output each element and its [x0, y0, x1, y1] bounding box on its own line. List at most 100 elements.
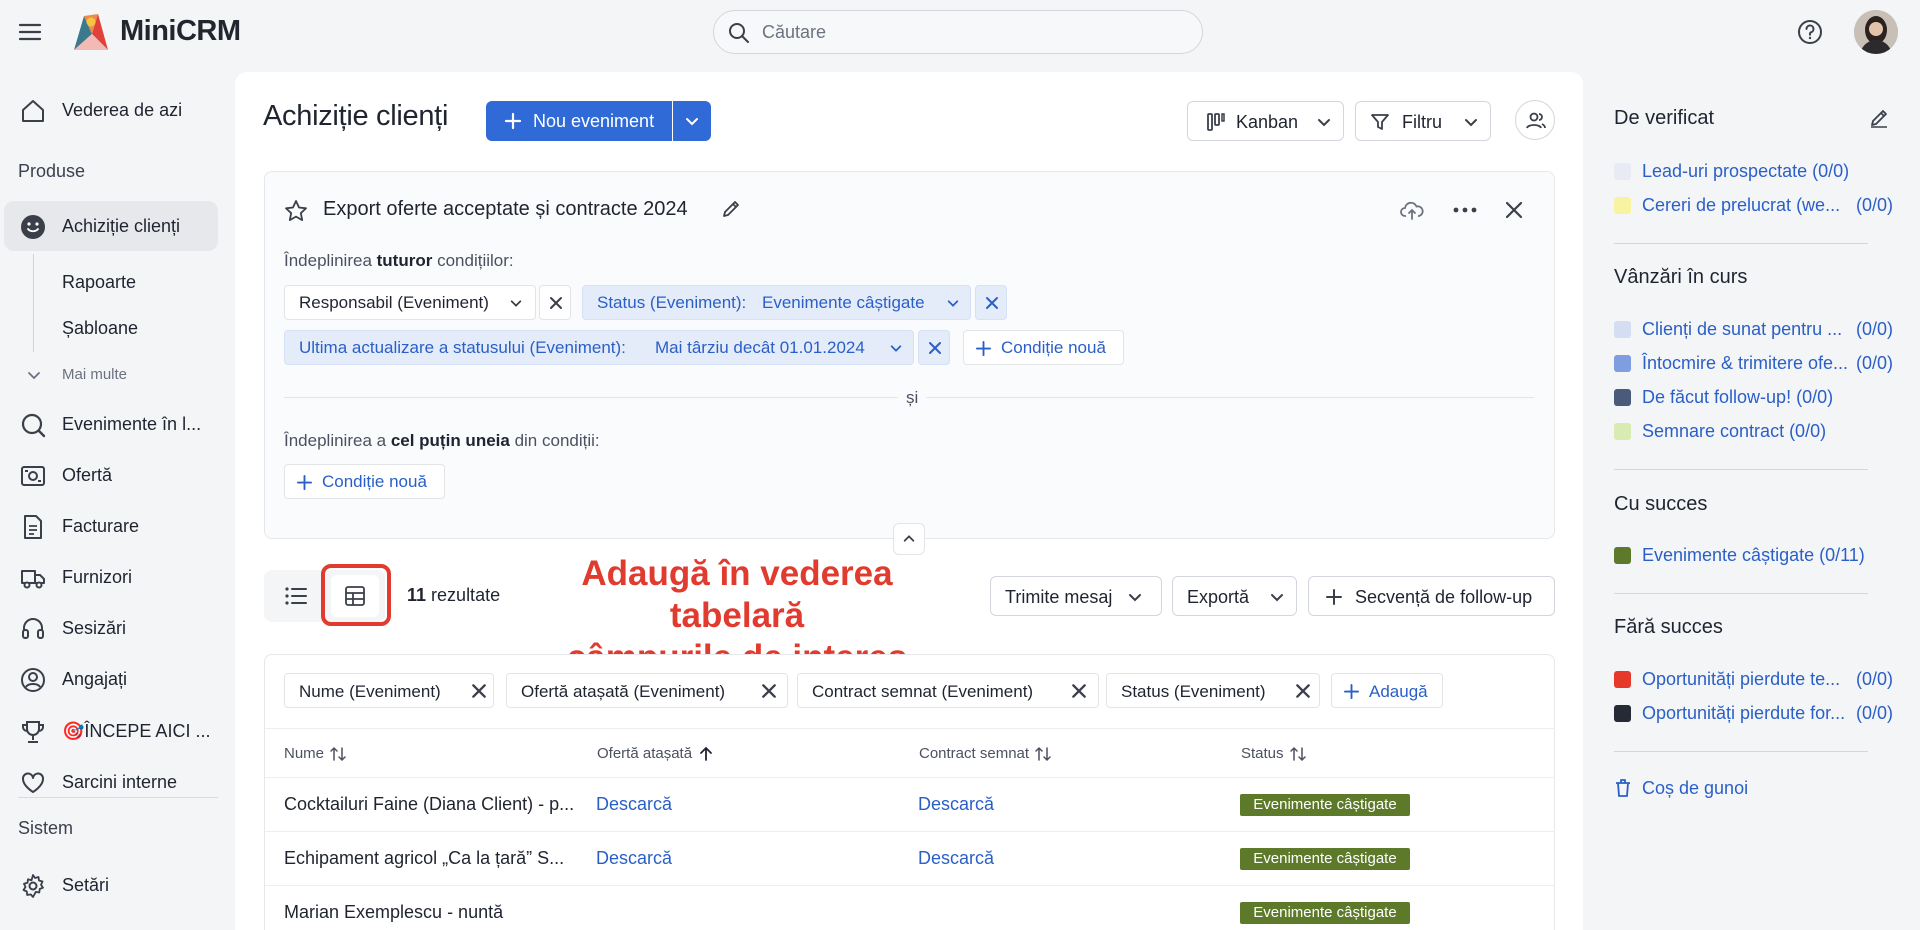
plus-icon: [297, 475, 312, 490]
search-input[interactable]: [762, 11, 1182, 53]
trophy-icon: [20, 719, 46, 745]
column-chip-name[interactable]: Nume (Eveniment): [284, 673, 494, 708]
section-divider: [1614, 593, 1868, 594]
sidebar-subitem-templates[interactable]: Șabloane: [62, 318, 138, 339]
chevron-down-icon: [890, 345, 902, 352]
trash-icon: [1616, 779, 1630, 797]
remove-condition-button[interactable]: [975, 285, 1007, 320]
new-condition-label: Condiție nouă: [1001, 337, 1106, 357]
sidebar-item-start-here[interactable]: 🎯ÎNCEPE AICI ...: [4, 706, 218, 756]
close-icon[interactable]: [471, 683, 487, 699]
sidebar-item-employees[interactable]: Angajați: [4, 654, 218, 704]
chevron-down-icon: [1271, 594, 1283, 602]
export-button[interactable]: Exportă: [1172, 576, 1297, 616]
condition-chip-status[interactable]: Status (Eveniment): Evenimente câștigate: [582, 285, 971, 320]
add-column-button[interactable]: Adaugă: [1331, 673, 1443, 708]
new-condition-button[interactable]: Condiție nouă: [963, 330, 1124, 365]
send-message-button[interactable]: Trimite mesaj: [990, 576, 1162, 616]
all-bold: tuturor: [376, 251, 433, 270]
sidebar-item-label: Ofertă: [62, 464, 113, 485]
table-view-highlight: [321, 564, 391, 626]
stage-color-swatch: [1614, 321, 1631, 338]
table-cell-name[interactable]: Echipament agricol „Ca la țară” S...: [284, 848, 564, 869]
close-icon[interactable]: [1505, 201, 1523, 219]
sidebar-subitem-reports[interactable]: Rapoarte: [62, 272, 136, 293]
more-toggle[interactable]: Mai multe: [62, 366, 127, 383]
chip-label: Status (Eveniment):: [597, 292, 747, 312]
row-divider: [265, 885, 1555, 886]
stage-count: (0/0): [1856, 319, 1894, 339]
column-chip-offer[interactable]: Ofertă atașată (Eveniment): [506, 673, 788, 708]
filter-button[interactable]: Filtru: [1355, 101, 1491, 141]
condition-chip-last-update[interactable]: Ultima actualizare a statusului (Evenime…: [284, 330, 914, 365]
column-header-contract[interactable]: Contract semnat: [919, 745, 1051, 762]
sidebar-item-today[interactable]: Vederea de azi: [4, 85, 218, 135]
collapse-filter-button[interactable]: [893, 523, 925, 555]
section-title-sales-in-progress: Vânzări în curs: [1614, 266, 1748, 288]
new-condition-label: Condiție nouă: [322, 471, 427, 491]
list-view-icon[interactable]: [284, 584, 308, 608]
column-header-offer[interactable]: Ofertă atașată: [597, 745, 714, 762]
sidebar-item-label: Setări: [62, 874, 110, 895]
new-condition-button[interactable]: Condiție nouă: [284, 464, 445, 499]
remove-condition-button[interactable]: [539, 285, 571, 320]
column-header-label: Status: [1241, 745, 1284, 762]
help-icon[interactable]: [1797, 19, 1823, 45]
sidebar-item-label: Evenimente în l...: [62, 413, 202, 434]
stage-name: Cereri de prelucrat (we...: [1642, 195, 1841, 215]
column-header-status[interactable]: Status: [1241, 745, 1306, 762]
column-chip-contract[interactable]: Contract semnat (Eveniment): [797, 673, 1099, 708]
remove-condition-button[interactable]: [918, 330, 950, 365]
sidebar-item-invoicing[interactable]: Facturare: [4, 501, 218, 551]
close-icon[interactable]: [1071, 683, 1087, 699]
and-label: și: [898, 388, 927, 408]
hamburger-menu-icon[interactable]: [18, 20, 42, 44]
stage-name: Lead-uri prospectate (0/0): [1642, 161, 1850, 181]
sidebar-item-client-acquisition[interactable]: Achiziție clienți: [4, 201, 218, 251]
stage-color-swatch: [1614, 197, 1631, 214]
sidebar-item-suppliers[interactable]: Furnizori: [4, 552, 218, 602]
download-offer-link[interactable]: Descarcă: [596, 848, 672, 869]
page-title: Achiziție clienți: [263, 100, 449, 132]
table-header-divider: [265, 728, 1555, 729]
sidebar-item-offer[interactable]: Ofertă: [4, 450, 218, 500]
new-event-button[interactable]: Nou eveniment: [486, 101, 672, 141]
download-contract-link[interactable]: Descarcă: [918, 848, 994, 869]
star-icon[interactable]: [284, 199, 308, 223]
new-event-dropdown-button[interactable]: [673, 101, 711, 141]
sidebar-item-tickets[interactable]: Sesizări: [4, 603, 218, 653]
filter-name: Export oferte acceptate și contracte 202…: [323, 198, 688, 220]
follow-up-sequence-button[interactable]: Secvență de follow-up: [1308, 576, 1555, 616]
sort-icon: [1289, 746, 1306, 761]
more-options-icon[interactable]: [1453, 207, 1477, 213]
sidebar-item-label: Achiziție clienți: [62, 215, 181, 236]
view-select-button[interactable]: Kanban: [1187, 101, 1344, 141]
table-cell-name[interactable]: Marian Exemplescu - nuntă: [284, 902, 503, 923]
sidebar-item-settings[interactable]: Setări: [4, 860, 218, 910]
kanban-icon: [1207, 113, 1225, 131]
column-chip-label: Status (Eveniment): [1121, 682, 1266, 701]
column-chip-status[interactable]: Status (Eveniment): [1106, 673, 1320, 708]
new-event-label: Nou eveniment: [533, 111, 655, 131]
cloud-upload-icon[interactable]: [1400, 199, 1424, 221]
more-chevron-icon[interactable]: [26, 367, 42, 383]
search-box[interactable]: [713, 10, 1203, 54]
users-button[interactable]: [1515, 100, 1555, 140]
sidebar-item-events[interactable]: Evenimente în l...: [4, 399, 218, 449]
all-suffix: condițiilor:: [437, 251, 514, 270]
sidebar-item-internal-tasks[interactable]: Sarcini interne: [4, 757, 218, 807]
close-icon[interactable]: [761, 683, 777, 699]
download-offer-link[interactable]: Descarcă: [596, 794, 672, 815]
edit-pencil-icon[interactable]: [721, 199, 741, 219]
close-icon[interactable]: [1295, 683, 1311, 699]
condition-chip-responsible[interactable]: Responsabil (Eveniment): [284, 285, 536, 320]
stage-color-swatch: [1614, 547, 1631, 564]
user-avatar[interactable]: [1854, 10, 1898, 54]
search-circle-icon: [20, 412, 46, 438]
edit-pencil-icon[interactable]: [1869, 108, 1889, 128]
column-header-name[interactable]: Nume: [284, 745, 346, 762]
table-cell-name[interactable]: Cocktailuri Faine (Diana Client) - p...: [284, 794, 574, 815]
download-contract-link[interactable]: Descarcă: [918, 794, 994, 815]
all-prefix: Îndeplinirea: [284, 251, 372, 270]
stage-name: Oportunități pierdute for...: [1642, 703, 1846, 723]
